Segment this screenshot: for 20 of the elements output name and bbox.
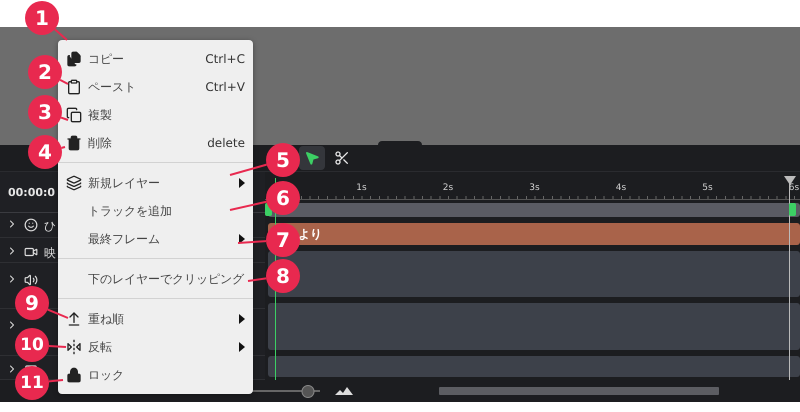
- time-label: 5s: [702, 183, 713, 193]
- shortcut-label: Ctrl+V: [205, 80, 245, 94]
- time-label: 2s: [442, 183, 454, 193]
- menu-item[interactable]: 最終フレーム: [58, 225, 253, 253]
- menu-item[interactable]: 新規レイヤー: [58, 169, 253, 197]
- timecode: 00:00:0: [8, 186, 56, 199]
- time-label: 1s: [356, 183, 367, 193]
- shortcut-label: Ctrl+C: [205, 52, 245, 66]
- menu-item[interactable]: ロック: [58, 361, 253, 389]
- time-label: 4s: [616, 183, 626, 193]
- clip-title: より: [298, 226, 322, 242]
- menu-item[interactable]: 重ね順: [58, 305, 253, 333]
- track-name: 映: [44, 244, 56, 262]
- menu-item[interactable]: 反転: [58, 333, 253, 361]
- track-name: ひ: [44, 218, 56, 236]
- time-label: 3s: [529, 183, 540, 193]
- callout-number: 1: [25, 1, 59, 35]
- shortcut-label: delete: [207, 136, 245, 150]
- menu-item[interactable]: トラックを追加: [58, 197, 253, 225]
- menu-item[interactable]: 下のレイヤーでクリッピング: [58, 265, 253, 293]
